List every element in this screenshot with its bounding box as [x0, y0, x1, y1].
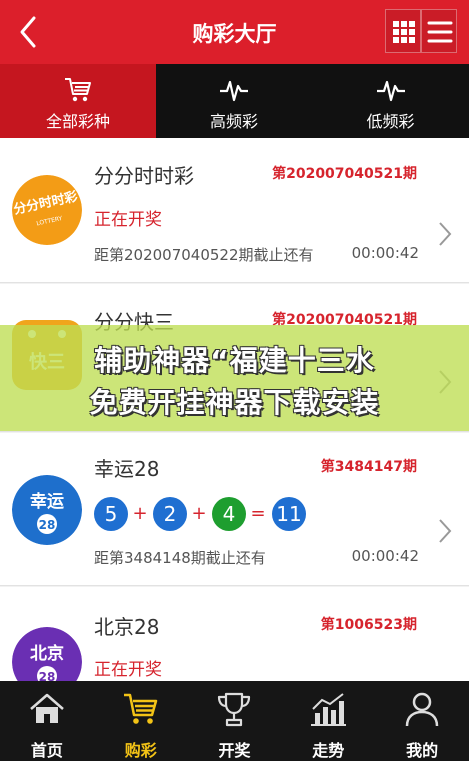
- tab-label: 低频彩: [366, 112, 415, 131]
- lottery-name: 北京28: [94, 615, 160, 639]
- lottery-logo: 幸运 28: [12, 475, 82, 545]
- banner-line-2: 免费开挂神器下载安装: [89, 386, 380, 419]
- hamburger-menu-icon: [427, 21, 453, 43]
- tab-all-lotteries[interactable]: 全部彩种: [0, 64, 156, 138]
- lottery-name: 幸运28: [94, 457, 160, 481]
- lottery-logo: 分分时时彩 LOTTERY: [12, 175, 82, 245]
- result-operator: =: [250, 503, 266, 524]
- nav-buy-lottery[interactable]: 购彩: [94, 681, 188, 761]
- draw-status: 正在开奖: [94, 660, 162, 680]
- draw-status: 正在开奖: [94, 210, 162, 230]
- grid-view-button[interactable]: [385, 9, 421, 53]
- category-tabs: 全部彩种 高频彩 低频彩: [0, 64, 469, 138]
- countdown-timer: 00:00:42: [351, 244, 419, 262]
- nav-trends[interactable]: 走势: [281, 681, 375, 761]
- result-ball: 5: [94, 497, 128, 531]
- draw-result: 5 + 2 + 4 = 11: [94, 497, 334, 531]
- logo-text: 北京: [30, 643, 64, 664]
- promo-banner[interactable]: 辅助神器“福建十三水 免费开挂神器下载安装: [0, 325, 469, 431]
- lottery-card-beijing-28[interactable]: 北京 28 北京28 第1006523期 正在开奖: [0, 587, 469, 697]
- cart-icon: [123, 693, 157, 724]
- period-number: 第3484147期: [320, 459, 417, 475]
- user-icon: [405, 692, 439, 727]
- logo-number: 28: [39, 518, 56, 532]
- chevron-right-icon: [439, 222, 452, 246]
- pulse-icon: [220, 80, 248, 102]
- period-number: 第202007040521期: [272, 166, 417, 182]
- banner-line-1: 辅助神器“福建十三水: [94, 344, 375, 377]
- period-number: 第1006523期: [320, 617, 417, 633]
- tab-label: 全部彩种: [45, 112, 110, 131]
- countdown-label: 距第202007040522期截止还有: [94, 246, 314, 264]
- lottery-card-xingyun-28[interactable]: 幸运 28 幸运28 第3484147期 5 + 2 + 4 = 11 距第34…: [0, 433, 469, 586]
- menu-button[interactable]: [421, 9, 457, 53]
- tab-label: 高频彩: [209, 112, 258, 131]
- tab-low-frequency[interactable]: 低频彩: [312, 64, 469, 138]
- countdown-label: 距第3484148期截止还有: [94, 549, 266, 567]
- nav-my-account[interactable]: 我的: [375, 681, 469, 761]
- result-ball: 4: [212, 497, 246, 531]
- trend-chart-icon: [311, 693, 347, 726]
- pulse-icon: [376, 80, 405, 102]
- nav-label: 购彩: [124, 741, 157, 760]
- cart-icon: [65, 78, 91, 102]
- nav-label: 首页: [30, 741, 63, 760]
- grid-icon: [393, 21, 415, 43]
- home-icon: [30, 693, 64, 723]
- result-operator: +: [191, 503, 207, 524]
- nav-label: 开奖: [218, 741, 251, 760]
- trophy-icon: [218, 692, 251, 727]
- app-header: 购彩大厅: [0, 0, 469, 64]
- bottom-navigation: 首页 购彩 开奖 走势 我的: [0, 681, 469, 761]
- lottery-name: 分分时时彩: [94, 164, 194, 188]
- tab-high-frequency[interactable]: 高频彩: [156, 64, 312, 138]
- nav-draw-results[interactable]: 开奖: [188, 681, 282, 761]
- logo-text: 幸运: [30, 491, 64, 512]
- chevron-right-icon: [439, 519, 452, 543]
- nav-home[interactable]: 首页: [0, 681, 94, 761]
- result-sum-ball: 11: [272, 497, 306, 531]
- result-ball: 2: [153, 497, 187, 531]
- lottery-card-fenfen-shishicai[interactable]: 分分时时彩 LOTTERY 分分时时彩 第202007040521期 正在开奖 …: [0, 138, 469, 283]
- result-operator: +: [132, 503, 148, 524]
- nav-label: 我的: [406, 741, 439, 760]
- nav-label: 走势: [312, 741, 345, 760]
- countdown-timer: 00:00:42: [351, 547, 419, 565]
